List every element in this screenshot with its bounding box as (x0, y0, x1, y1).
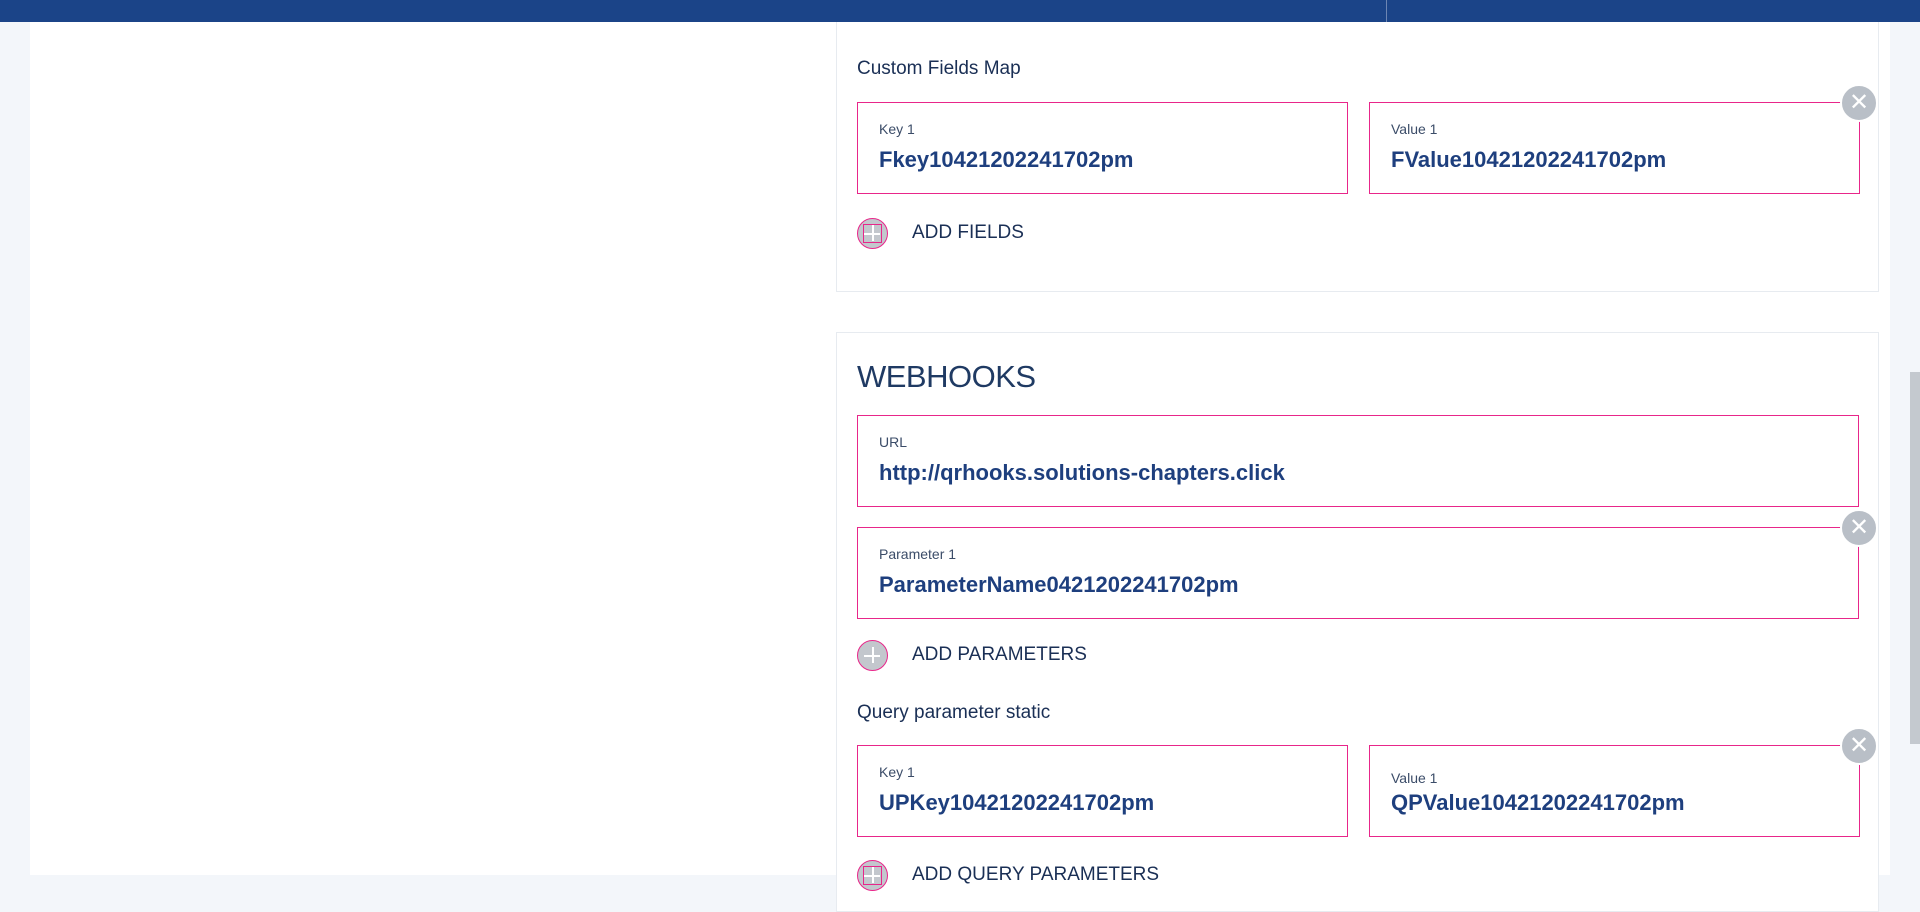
add-fields-button[interactable]: ADD FIELDS (857, 218, 1057, 252)
custom-field-value-input[interactable] (1391, 147, 1840, 173)
add-parameters-button[interactable]: ADD PARAMETERS (857, 640, 1097, 674)
query-static-value-input[interactable] (1391, 790, 1840, 816)
close-icon: ✕ (1848, 514, 1870, 541)
webhook-url-label: URL (879, 434, 908, 450)
topbar-divider (1386, 0, 1387, 22)
add-parameters-label: ADD PARAMETERS (912, 644, 1087, 665)
webhooks-card: WEBHOOKS URL Parameter 1 ✕ ADD PARAMETER… (836, 332, 1879, 912)
add-query-parameters-label: ADD QUERY PARAMETERS (912, 864, 1160, 885)
close-icon: ✕ (1848, 89, 1870, 116)
query-static-value-label: Value 1 (1391, 770, 1438, 786)
webhooks-title: WEBHOOKS (857, 359, 1036, 394)
top-navigation-bar (0, 0, 1920, 22)
add-query-parameters-button[interactable]: ADD QUERY PARAMETERS (857, 860, 1160, 894)
custom-field-value-1[interactable]: Value 1 (1369, 102, 1860, 194)
webhook-url-field[interactable]: URL (857, 415, 1859, 507)
webhook-parameter-label: Parameter 1 (879, 546, 957, 562)
remove-custom-field-button[interactable]: ✕ (1840, 84, 1878, 122)
custom-field-key-1[interactable]: Key 1 (857, 102, 1348, 194)
query-static-value-1[interactable]: Value 1 (1369, 745, 1860, 837)
plus-icon (857, 860, 888, 891)
close-icon: ✕ (1848, 732, 1870, 759)
custom-field-value-label: Value 1 (1391, 121, 1438, 137)
plus-icon (857, 218, 888, 249)
remove-query-static-button[interactable]: ✕ (1840, 727, 1878, 765)
custom-fields-label: Custom Fields Map (857, 58, 1021, 79)
query-parameter-static-label: Query parameter static (857, 702, 1051, 723)
query-static-key-input[interactable] (879, 790, 1328, 816)
webhook-url-input[interactable] (879, 460, 1839, 486)
page-content: Custom Fields Map Key 1 Value 1 ✕ ADD FI… (30, 22, 1890, 912)
query-static-key-1[interactable]: Key 1 (857, 745, 1348, 837)
custom-field-key-input[interactable] (879, 147, 1328, 173)
custom-fields-card: Custom Fields Map Key 1 Value 1 ✕ ADD FI… (836, 22, 1879, 292)
custom-field-key-label: Key 1 (879, 121, 915, 137)
remove-parameter-button[interactable]: ✕ (1840, 509, 1878, 547)
webhook-parameter-input[interactable] (879, 572, 1839, 598)
webhook-parameter-1-field[interactable]: Parameter 1 (857, 527, 1859, 619)
query-static-key-label: Key 1 (879, 764, 915, 780)
plus-icon (857, 640, 888, 671)
add-fields-label: ADD FIELDS (912, 222, 1024, 243)
scrollbar-thumb[interactable] (1910, 372, 1920, 744)
